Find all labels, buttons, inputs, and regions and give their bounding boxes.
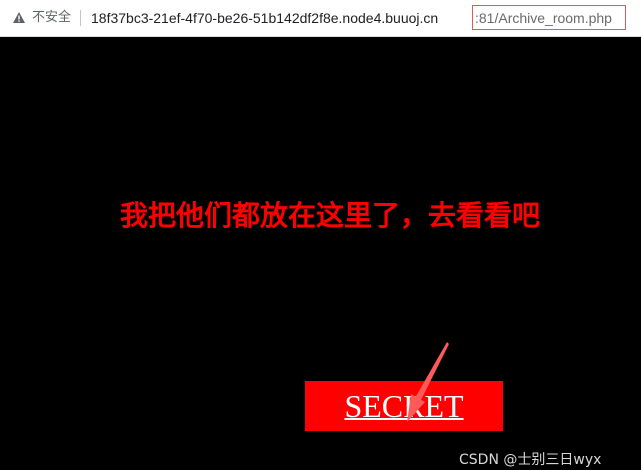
address-divider — [80, 10, 81, 26]
url-path[interactable]: :81/Archive_room.php — [475, 8, 612, 28]
warning-icon — [13, 12, 25, 23]
page-content: 我把他们都放在这里了，去看看吧 SECRET CSDN @士别三日wyx — [0, 37, 641, 468]
csdn-watermark: CSDN @士别三日wyx — [459, 452, 602, 468]
secret-button[interactable]: SECRET — [305, 381, 503, 431]
security-status-label[interactable]: 不安全 — [32, 9, 71, 27]
page-headline: 我把他们都放在这里了，去看看吧 — [120, 199, 541, 232]
secret-button-label: SECRET — [344, 388, 464, 424]
url-host[interactable]: 18f37bc3-21ef-4f70-be26-51b142df2f8e.nod… — [91, 8, 438, 28]
browser-address-bar[interactable]: 不安全 18f37bc3-21ef-4f70-be26-51b142df2f8e… — [0, 0, 641, 37]
